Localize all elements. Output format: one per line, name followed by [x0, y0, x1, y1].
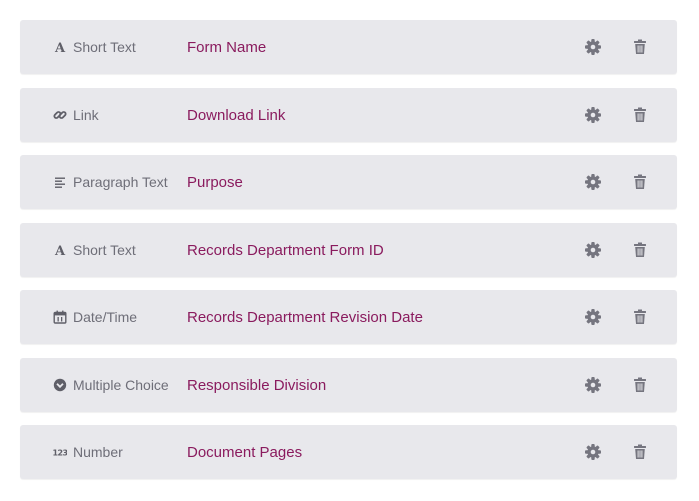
- gear-icon[interactable]: [584, 443, 602, 461]
- gear-icon[interactable]: [584, 38, 602, 56]
- field-type: Date/Time: [53, 290, 137, 344]
- field-name[interactable]: Records Department Revision Date: [187, 290, 423, 344]
- field-type-label: Multiple Choice: [73, 377, 169, 393]
- gear-icon[interactable]: [584, 106, 602, 124]
- chevron-circle-icon: [53, 378, 67, 392]
- field-type-label: Number: [73, 444, 123, 460]
- field-name[interactable]: Purpose: [187, 155, 243, 209]
- svg-text:A: A: [54, 41, 66, 54]
- field-type: A Short Text: [53, 223, 136, 277]
- calendar-icon: [53, 310, 67, 324]
- trash-icon[interactable]: [631, 173, 649, 191]
- field-type-label: Short Text: [73, 242, 136, 258]
- field-list: A Short Text Form Name Link Download Lin…: [0, 0, 699, 501]
- svg-text:A: A: [54, 244, 66, 257]
- field-type-label: Short Text: [73, 39, 136, 55]
- field-type: Paragraph Text: [53, 155, 168, 209]
- field-type-label: Date/Time: [73, 309, 138, 325]
- field-type: Multiple Choice: [53, 358, 169, 412]
- svg-text:123: 123: [53, 449, 67, 458]
- gear-icon[interactable]: [584, 173, 602, 191]
- field-row[interactable]: Multiple Choice Responsible Division: [20, 358, 677, 412]
- field-type-label: Paragraph Text: [73, 174, 168, 190]
- field-name[interactable]: Document Pages: [187, 425, 302, 479]
- trash-icon[interactable]: [631, 308, 649, 326]
- paragraph-icon: [53, 175, 67, 189]
- trash-icon[interactable]: [631, 241, 649, 259]
- field-name[interactable]: Form Name: [187, 20, 266, 74]
- trash-icon[interactable]: [631, 38, 649, 56]
- field-name[interactable]: Records Department Form ID: [187, 223, 384, 277]
- letter-a-icon: A: [53, 40, 67, 54]
- trash-icon[interactable]: [631, 443, 649, 461]
- field-row[interactable]: Date/Time Records Department Revision Da…: [20, 290, 677, 344]
- field-row[interactable]: Link Download Link: [20, 88, 677, 142]
- field-type-label: Link: [73, 107, 99, 123]
- trash-icon[interactable]: [631, 106, 649, 124]
- field-type: 123 Number: [53, 425, 123, 479]
- gear-icon[interactable]: [584, 308, 602, 326]
- field-name[interactable]: Responsible Division: [187, 358, 326, 412]
- gear-icon[interactable]: [584, 376, 602, 394]
- field-type: Link: [53, 88, 99, 142]
- field-row[interactable]: 123 Number Document Pages: [20, 425, 677, 479]
- field-row[interactable]: Paragraph Text Purpose: [20, 155, 677, 209]
- link-icon: [53, 108, 67, 122]
- field-name[interactable]: Download Link: [187, 88, 285, 142]
- field-row[interactable]: A Short Text Records Department Form ID: [20, 223, 677, 277]
- field-type: A Short Text: [53, 20, 136, 74]
- number-123-icon: 123: [53, 445, 67, 459]
- letter-a-icon: A: [53, 243, 67, 257]
- field-row[interactable]: A Short Text Form Name: [20, 20, 677, 74]
- trash-icon[interactable]: [631, 376, 649, 394]
- gear-icon[interactable]: [584, 241, 602, 259]
